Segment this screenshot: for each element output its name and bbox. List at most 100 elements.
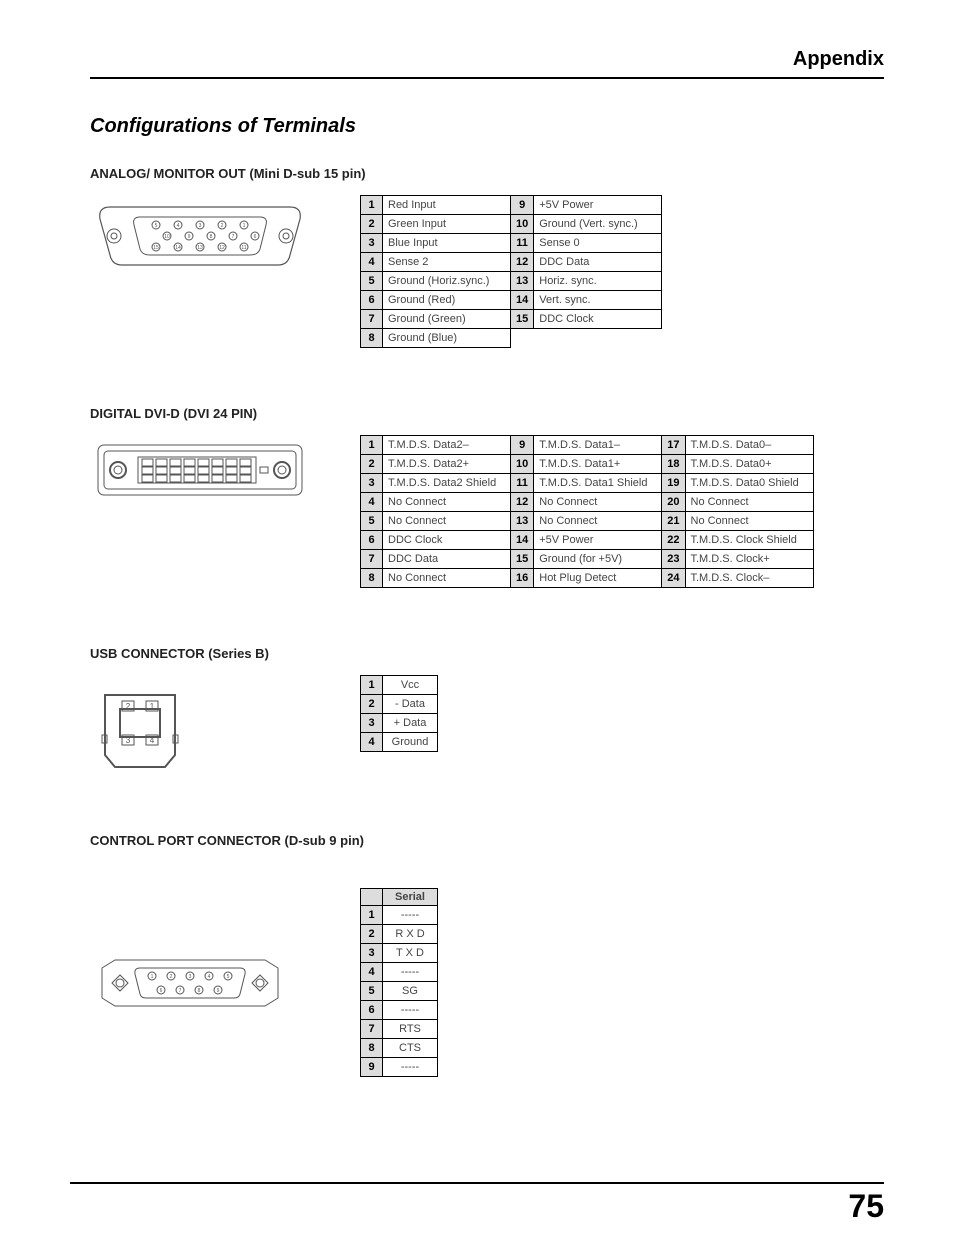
pin-num: 1 (361, 196, 383, 215)
pin-num: 3 (361, 944, 383, 963)
pin-num: 5 (361, 982, 383, 1001)
pin-num: 2 (361, 925, 383, 944)
pin-num: 4 (361, 963, 383, 982)
table-row: 4Sense 212DDC Data (361, 253, 662, 272)
pin-num: 19 (662, 474, 685, 493)
serial-pin-table: Serial 1-----2R X D3T X D4-----5SG6-----… (360, 888, 438, 1077)
dvi-diagram (90, 435, 320, 505)
pin-label: + Data (383, 714, 438, 733)
pin-num: 7 (361, 310, 383, 329)
table-row: 6Ground (Red)14Vert. sync. (361, 291, 662, 310)
pin-num: 24 (662, 569, 685, 588)
svg-text:6: 6 (254, 234, 257, 240)
svg-text:5: 5 (227, 974, 230, 980)
table-row: 4No Connect12No Connect20No Connect (361, 493, 814, 512)
svg-text:1: 1 (151, 974, 154, 980)
svg-text:4: 4 (150, 736, 155, 745)
pin-label: RTS (383, 1020, 438, 1039)
pin-label: Ground (Green) (383, 310, 511, 329)
pin-label: T.M.D.S. Data1 Shield (534, 474, 662, 493)
pin-num: 4 (361, 253, 383, 272)
svg-text:14: 14 (175, 245, 181, 251)
pin-num: 8 (361, 569, 383, 588)
pin-num: 10 (511, 215, 534, 234)
svg-text:5: 5 (155, 223, 158, 229)
table-row: 4Ground (361, 733, 438, 752)
table-row: 1----- (361, 906, 438, 925)
pin-num: 6 (361, 1001, 383, 1020)
pin-label: CTS (383, 1039, 438, 1058)
pin-label: Hot Plug Detect (534, 569, 662, 588)
pin-label: +5V Power (534, 196, 662, 215)
section-header: Appendix (90, 48, 884, 79)
pin-num: 13 (511, 512, 534, 531)
svg-text:15: 15 (153, 245, 159, 251)
svg-text:10: 10 (164, 234, 170, 240)
pin-num: 9 (511, 436, 534, 455)
pin-num: 15 (511, 310, 534, 329)
pin-num: 14 (511, 531, 534, 550)
pin-num: 18 (662, 455, 685, 474)
table-row: 6----- (361, 1001, 438, 1020)
pin-label: Ground (Vert. sync.) (534, 215, 662, 234)
pin-label: Sense 2 (383, 253, 511, 272)
pin-label: T.M.D.S. Data2– (383, 436, 511, 455)
svg-text:4: 4 (177, 223, 180, 229)
svg-text:3: 3 (189, 974, 192, 980)
svg-text:8: 8 (210, 234, 213, 240)
pin-label: No Connect (534, 512, 662, 531)
table-row: 2- Data (361, 695, 438, 714)
svg-text:3: 3 (199, 223, 202, 229)
dvi-section: DIGITAL DVI-D (DVI 24 PIN) (90, 406, 884, 588)
table-row: 1T.M.D.S. Data2–9T.M.D.S. Data1–17T.M.D.… (361, 436, 814, 455)
pin-num: 12 (511, 253, 534, 272)
table-row: 9----- (361, 1058, 438, 1077)
pin-label: ----- (383, 963, 438, 982)
table-row: 8Ground (Blue) (361, 329, 662, 348)
pin-label: SG (383, 982, 438, 1001)
pin-label: ----- (383, 906, 438, 925)
pin-num: 4 (361, 493, 383, 512)
pin-label: Red Input (383, 196, 511, 215)
pin-label: Ground (Red) (383, 291, 511, 310)
svg-text:12: 12 (219, 245, 225, 251)
table-row: 2Green Input10Ground (Vert. sync.) (361, 215, 662, 234)
pin-label: T.M.D.S. Clock+ (685, 550, 813, 569)
pin-num: 2 (361, 215, 383, 234)
pin-num: 11 (511, 474, 534, 493)
pin-label: DDC Data (383, 550, 511, 569)
usb-label: USB CONNECTOR (Series B) (90, 646, 884, 661)
table-row: 6DDC Clock14+5V Power22T.M.D.S. Clock Sh… (361, 531, 814, 550)
pin-label: T.M.D.S. Clock– (685, 569, 813, 588)
pin-label: Sense 0 (534, 234, 662, 253)
dvi-pin-table: 1T.M.D.S. Data2–9T.M.D.S. Data1–17T.M.D.… (360, 435, 814, 588)
svg-text:1: 1 (243, 223, 246, 229)
pin-num: 2 (361, 695, 383, 714)
pin-label: ----- (383, 1001, 438, 1020)
table-row: 3+ Data (361, 714, 438, 733)
table-row: 3T X D (361, 944, 438, 963)
svg-text:2: 2 (170, 974, 173, 980)
pin-num: 1 (361, 676, 383, 695)
svg-text:7: 7 (232, 234, 235, 240)
svg-text:6: 6 (160, 988, 163, 994)
pin-num: 3 (361, 474, 383, 493)
pin-label: T.M.D.S. Data0+ (685, 455, 813, 474)
table-row: 1Vcc (361, 676, 438, 695)
pin-label: +5V Power (534, 531, 662, 550)
pin-label: T.M.D.S. Data2+ (383, 455, 511, 474)
pin-num: 9 (511, 196, 534, 215)
pin-label: T.M.D.S. Data1– (534, 436, 662, 455)
page-footer: 75 (70, 1182, 884, 1225)
serial-section: CONTROL PORT CONNECTOR (D-sub 9 pin) 1 2 (90, 833, 884, 1077)
pin-num: 7 (361, 550, 383, 569)
usb-pin-table: 1Vcc2- Data3+ Data4Ground (360, 675, 438, 752)
pin-num: 4 (361, 733, 383, 752)
pin-num: 14 (511, 291, 534, 310)
serial-label: CONTROL PORT CONNECTOR (D-sub 9 pin) (90, 833, 884, 848)
analog-label: ANALOG/ MONITOR OUT (Mini D-sub 15 pin) (90, 166, 884, 181)
pin-num: 11 (511, 234, 534, 253)
pin-num: 1 (361, 436, 383, 455)
table-row: 5Ground (Horiz.sync.)13Horiz. sync. (361, 272, 662, 291)
table-row: 5SG (361, 982, 438, 1001)
